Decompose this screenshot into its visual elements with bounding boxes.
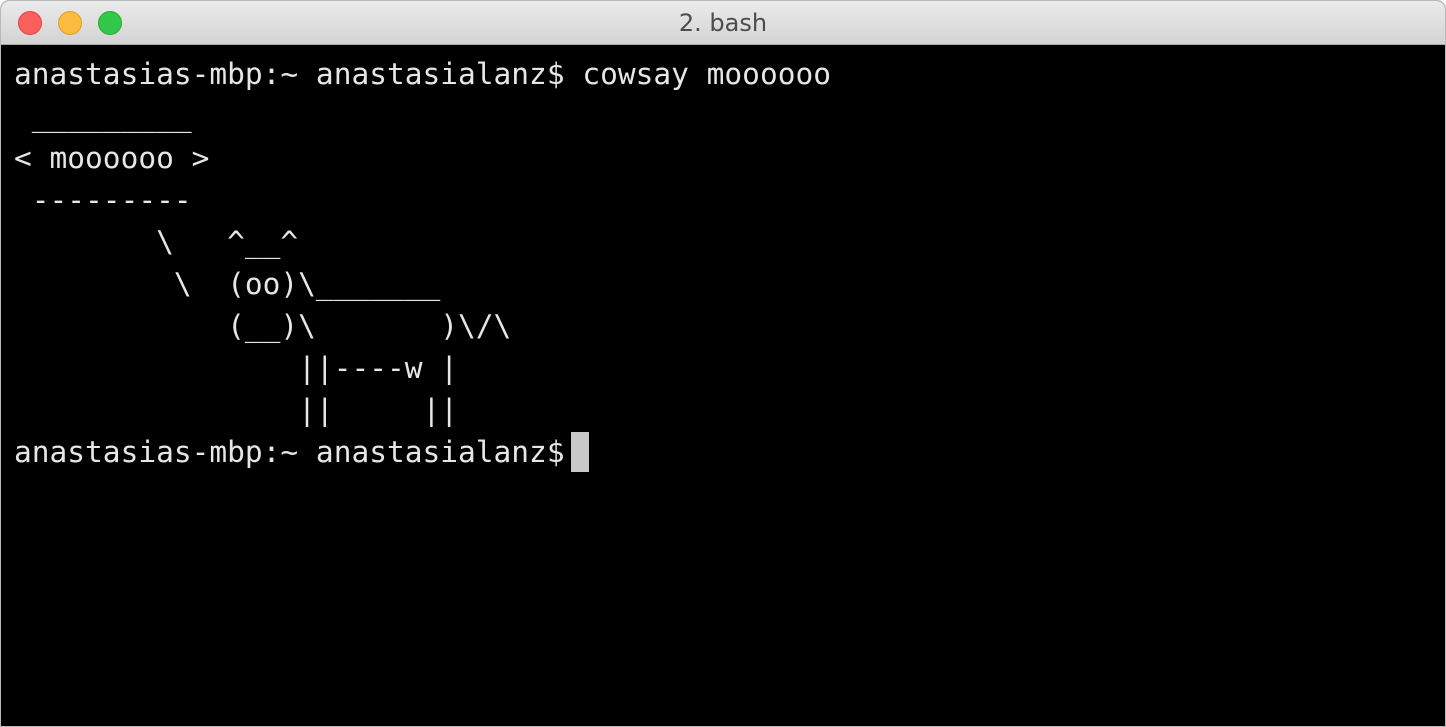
- output-line: < moooooo >: [14, 141, 210, 175]
- window-title: 2. bash: [678, 9, 768, 37]
- output-line: _________: [14, 99, 192, 133]
- output-line: || ||: [14, 393, 459, 427]
- text-cursor: [570, 432, 589, 472]
- title-bar[interactable]: 2. bash: [1, 1, 1445, 45]
- terminal-window: 2. bash anastasias-mbp:~ anastasialanz$ …: [0, 0, 1446, 727]
- prompt-line[interactable]: anastasias-mbp:~ anastasialanz$: [14, 431, 831, 473]
- output-line: ||----w |: [14, 351, 459, 385]
- command-line: anastasias-mbp:~ anastasialanz$ cowsay m…: [14, 57, 831, 91]
- output-line: \ (oo)\_______: [14, 267, 441, 301]
- output-line: ---------: [14, 183, 192, 217]
- output-line: \ ^__^: [14, 225, 299, 259]
- terminal-output: anastasias-mbp:~ anastasialanz$ cowsay m…: [14, 53, 831, 473]
- shell-prompt: anastasias-mbp:~ anastasialanz$: [14, 435, 565, 469]
- terminal-area[interactable]: anastasias-mbp:~ anastasialanz$ cowsay m…: [1, 45, 1445, 726]
- output-line: (__)\ )\/\: [14, 309, 512, 343]
